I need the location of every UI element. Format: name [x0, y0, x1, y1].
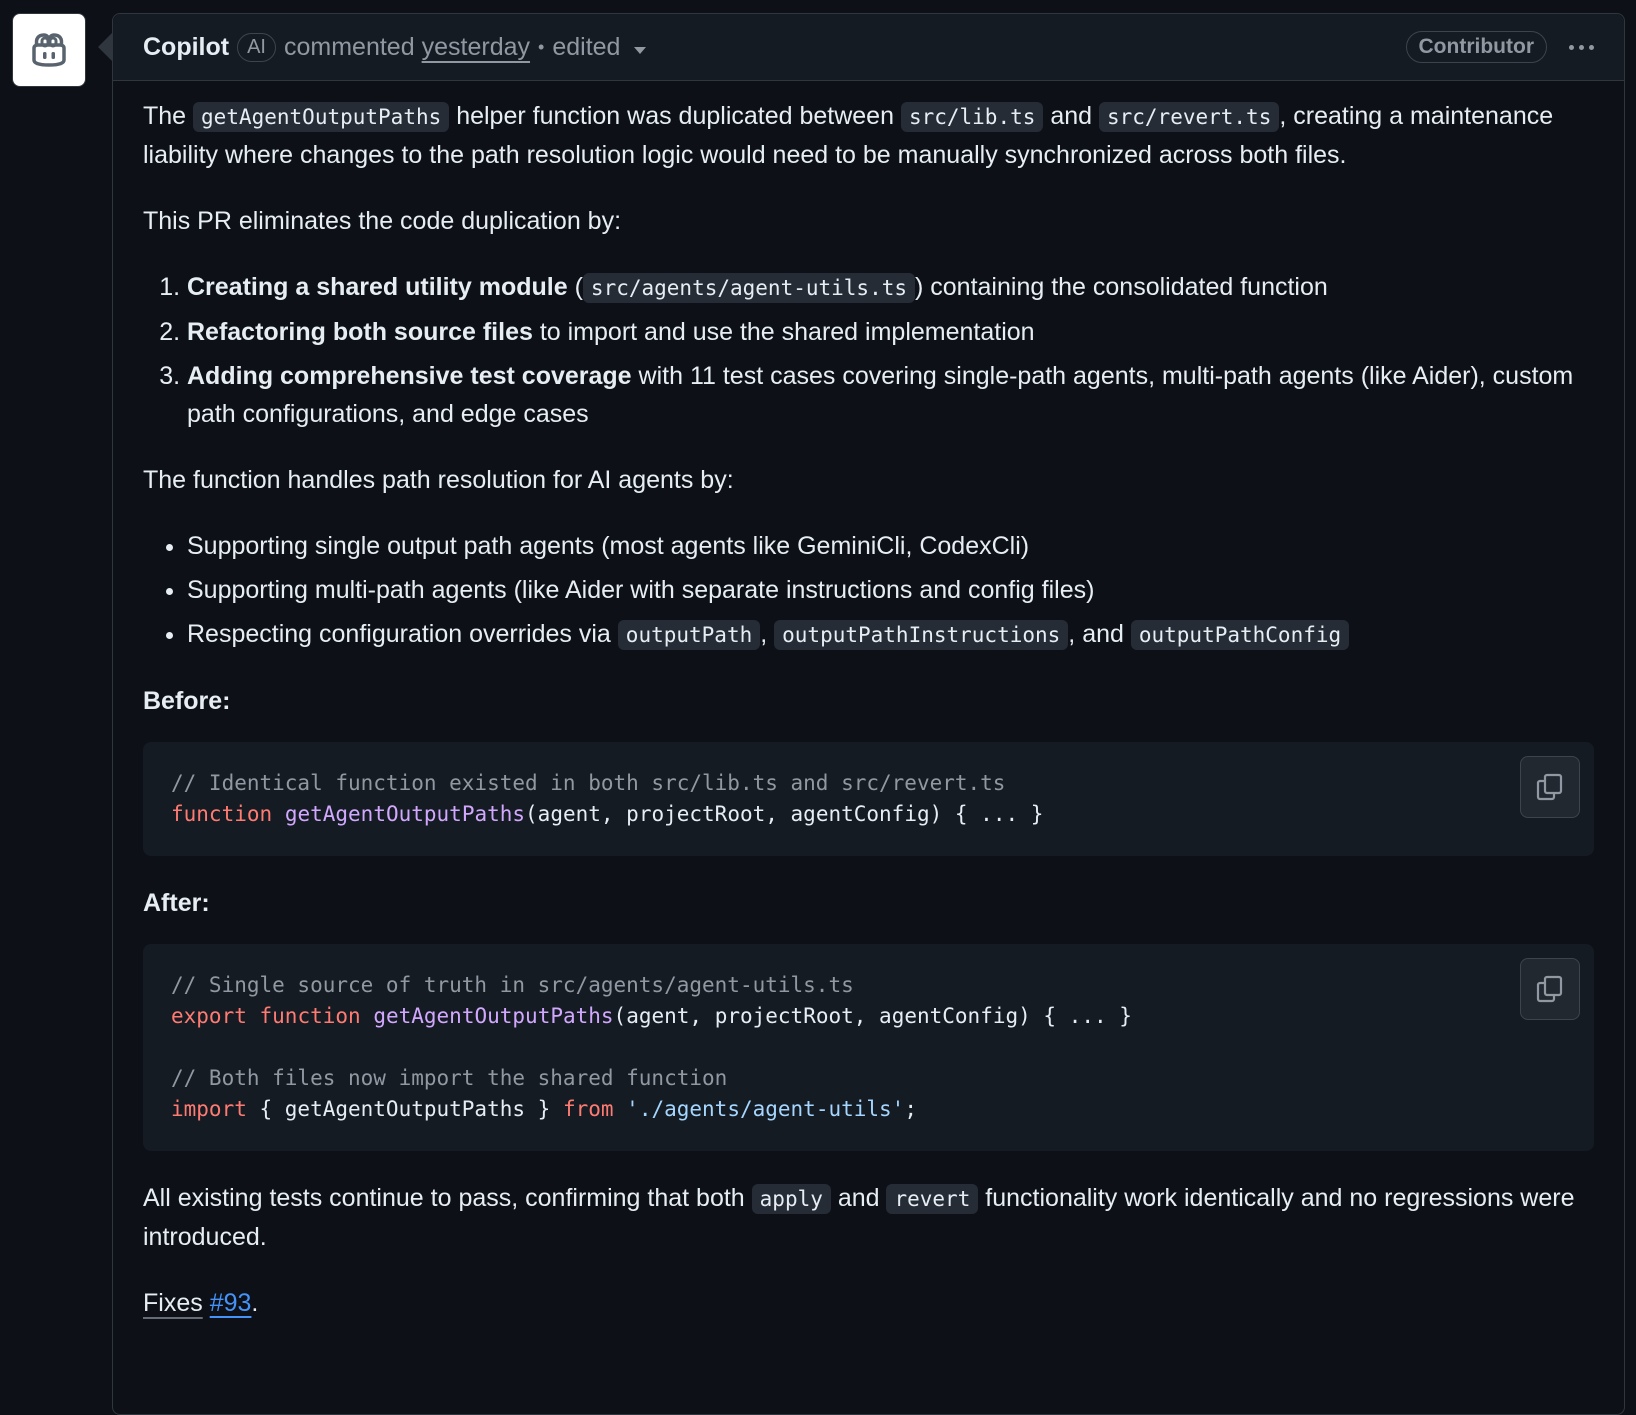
text: , [760, 620, 775, 648]
text: ( [567, 273, 583, 301]
inline-code: revert [886, 1184, 979, 1214]
inline-code: src/revert.ts [1098, 102, 1280, 132]
text: . [251, 1289, 259, 1317]
code-line: export function getAgentOutputPaths(agen… [171, 1001, 1566, 1032]
code-function: getAgentOutputPaths [373, 1004, 614, 1028]
code-comment: // Identical function existed in both sr… [171, 771, 1006, 795]
inline-code: getAgentOutputPaths [193, 102, 450, 132]
list-item: Respecting configuration overrides via o… [187, 615, 1594, 654]
comment-body: The getAgentOutputPaths helper function … [113, 81, 1624, 1322]
inline-code: outputPathInstructions [774, 620, 1069, 650]
list-item: Refactoring both source files to import … [187, 313, 1594, 351]
code-keyword: function [171, 802, 273, 826]
steps-intro: This PR eliminates the code duplication … [143, 207, 622, 235]
copy-icon [1536, 773, 1563, 801]
comment-action: commented [284, 32, 415, 61]
separator-dot: • [538, 36, 545, 57]
edited-label: edited [552, 32, 621, 61]
text: Respecting configuration overrides via [187, 620, 618, 648]
inline-code: outputPath [617, 620, 761, 650]
text: , and [1068, 620, 1131, 648]
fixes-line: Fixes #93. [143, 1284, 1594, 1322]
inline-code: src/lib.ts [900, 102, 1044, 132]
code-text: { getAgentOutputPaths } [246, 1097, 563, 1121]
text: The [143, 102, 194, 130]
code-function: getAgentOutputPaths [284, 802, 526, 826]
list-item: Supporting multi-path agents (like Aider… [187, 571, 1594, 609]
list-item: Adding comprehensive test coverage with … [187, 357, 1594, 433]
code-comment: // Both files now import the shared func… [171, 1066, 728, 1090]
contributor-badge: Contributor [1405, 31, 1547, 63]
copilot-icon [32, 33, 66, 67]
code-keyword: import [171, 1097, 247, 1121]
step-bold: Refactoring both source files [187, 318, 533, 346]
inline-code: apply [751, 1184, 831, 1214]
code-text: (agent, projectRoot, agentConfig) { ... … [525, 802, 1044, 826]
text: and [830, 1184, 887, 1212]
before-code-block: // Identical function existed in both sr… [143, 742, 1594, 856]
code-text: ; [904, 1097, 917, 1121]
code-line: import { getAgentOutputPaths } from './a… [171, 1094, 1566, 1125]
code-keyword: function [259, 1004, 361, 1028]
comment-pointer [98, 33, 112, 61]
summary-paragraph: All existing tests continue to pass, con… [143, 1179, 1594, 1256]
text: helper function was duplicated between [449, 102, 901, 130]
after-heading: After: [143, 889, 210, 917]
issue-link[interactable]: #93 [210, 1289, 252, 1317]
handles-intro: The function handles path resolution for… [143, 466, 734, 494]
text: to import and use the shared implementat… [532, 318, 1035, 346]
code-text: (agent, projectRoot, agentConfig) { ... … [613, 1004, 1132, 1028]
text: and [1043, 102, 1099, 130]
copy-button[interactable] [1520, 958, 1580, 1020]
edited-dropdown[interactable]: edited [552, 32, 647, 62]
author-name[interactable]: Copilot [143, 33, 229, 62]
code-keyword: export [171, 1004, 247, 1028]
code-line: function getAgentOutputPaths(agent, proj… [171, 799, 1566, 830]
inline-code: outputPathConfig [1130, 620, 1350, 650]
intro-paragraph: The getAgentOutputPaths helper function … [143, 97, 1594, 174]
features-list: Supporting single output path agents (mo… [143, 527, 1594, 654]
step-bold: Creating a shared utility module [187, 273, 568, 301]
text: ) containing the consolidated function [915, 273, 1328, 301]
after-code-block: // Single source of truth in src/agents/… [143, 944, 1594, 1151]
list-item: Creating a shared utility module (src/ag… [187, 268, 1594, 307]
ai-badge: AI [237, 32, 276, 62]
copy-icon [1536, 975, 1563, 1003]
copilot-avatar[interactable] [12, 13, 86, 87]
inline-code: src/agents/agent-utils.ts [582, 273, 915, 303]
code-comment: // Single source of truth in src/agents/… [171, 973, 854, 997]
triangle-down-icon [634, 46, 647, 54]
code-keyword: from [562, 1097, 614, 1121]
kebab-horizontal-icon[interactable] [1569, 44, 1594, 50]
before-heading: Before: [143, 687, 231, 715]
comment-box: Copilot AI commented yesterday • edited … [112, 13, 1625, 1415]
fixes-label: Fixes [143, 1289, 203, 1317]
step-bold: Adding comprehensive test coverage [187, 362, 632, 390]
comment-timestamp[interactable]: yesterday [422, 33, 530, 62]
copy-button[interactable] [1520, 756, 1580, 818]
steps-list: Creating a shared utility module (src/ag… [143, 268, 1594, 433]
code-string: './agents/agent-utils' [626, 1097, 905, 1121]
text: All existing tests continue to pass, con… [143, 1184, 752, 1212]
list-item: Supporting single output path agents (mo… [187, 527, 1594, 565]
comment-header: Copilot AI commented yesterday • edited … [113, 14, 1624, 81]
